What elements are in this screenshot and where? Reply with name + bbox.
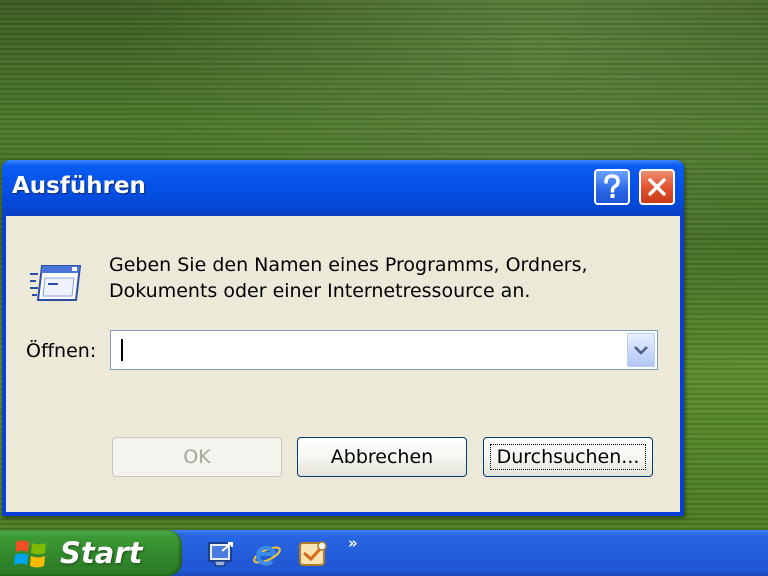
help-icon: [604, 174, 620, 198]
ok-button[interactable]: OK: [112, 437, 282, 477]
windows-logo-icon: [14, 540, 46, 568]
dialog-body: Geben Sie den Namen eines Programms, Ord…: [6, 216, 680, 512]
dialog-title: Ausführen: [12, 173, 146, 199]
description-line-2: Dokuments oder einer Internetressource a…: [109, 280, 531, 302]
internet-explorer-icon[interactable]: [252, 539, 282, 569]
chevron-down-icon: [634, 346, 648, 355]
text-caret: [121, 339, 123, 361]
run-dialog-icon: [30, 265, 82, 301]
focus-rectangle: [490, 444, 646, 470]
title-bar[interactable]: Ausführen: [2, 160, 684, 216]
quick-launch-overflow[interactable]: »: [348, 534, 358, 552]
outlook-express-icon[interactable]: [298, 539, 328, 569]
start-button[interactable]: Start: [0, 530, 182, 576]
description-line-1: Geben Sie den Namen eines Programms, Ord…: [109, 254, 588, 276]
close-icon: [648, 178, 666, 196]
close-button[interactable]: [639, 169, 675, 205]
taskbar: Start »: [0, 530, 768, 576]
start-label: Start: [60, 536, 143, 570]
run-dialog: Ausführen Geben Sie den Namen eines Prog…: [2, 160, 684, 516]
dropdown-button[interactable]: [627, 333, 655, 367]
help-button[interactable]: [594, 169, 630, 205]
browse-button[interactable]: Durchsuchen...: [483, 437, 653, 477]
show-desktop-icon[interactable]: [206, 539, 236, 569]
open-label: Öffnen:: [26, 340, 97, 362]
open-combobox[interactable]: [110, 330, 658, 370]
cancel-button[interactable]: Abbrechen: [297, 437, 467, 477]
